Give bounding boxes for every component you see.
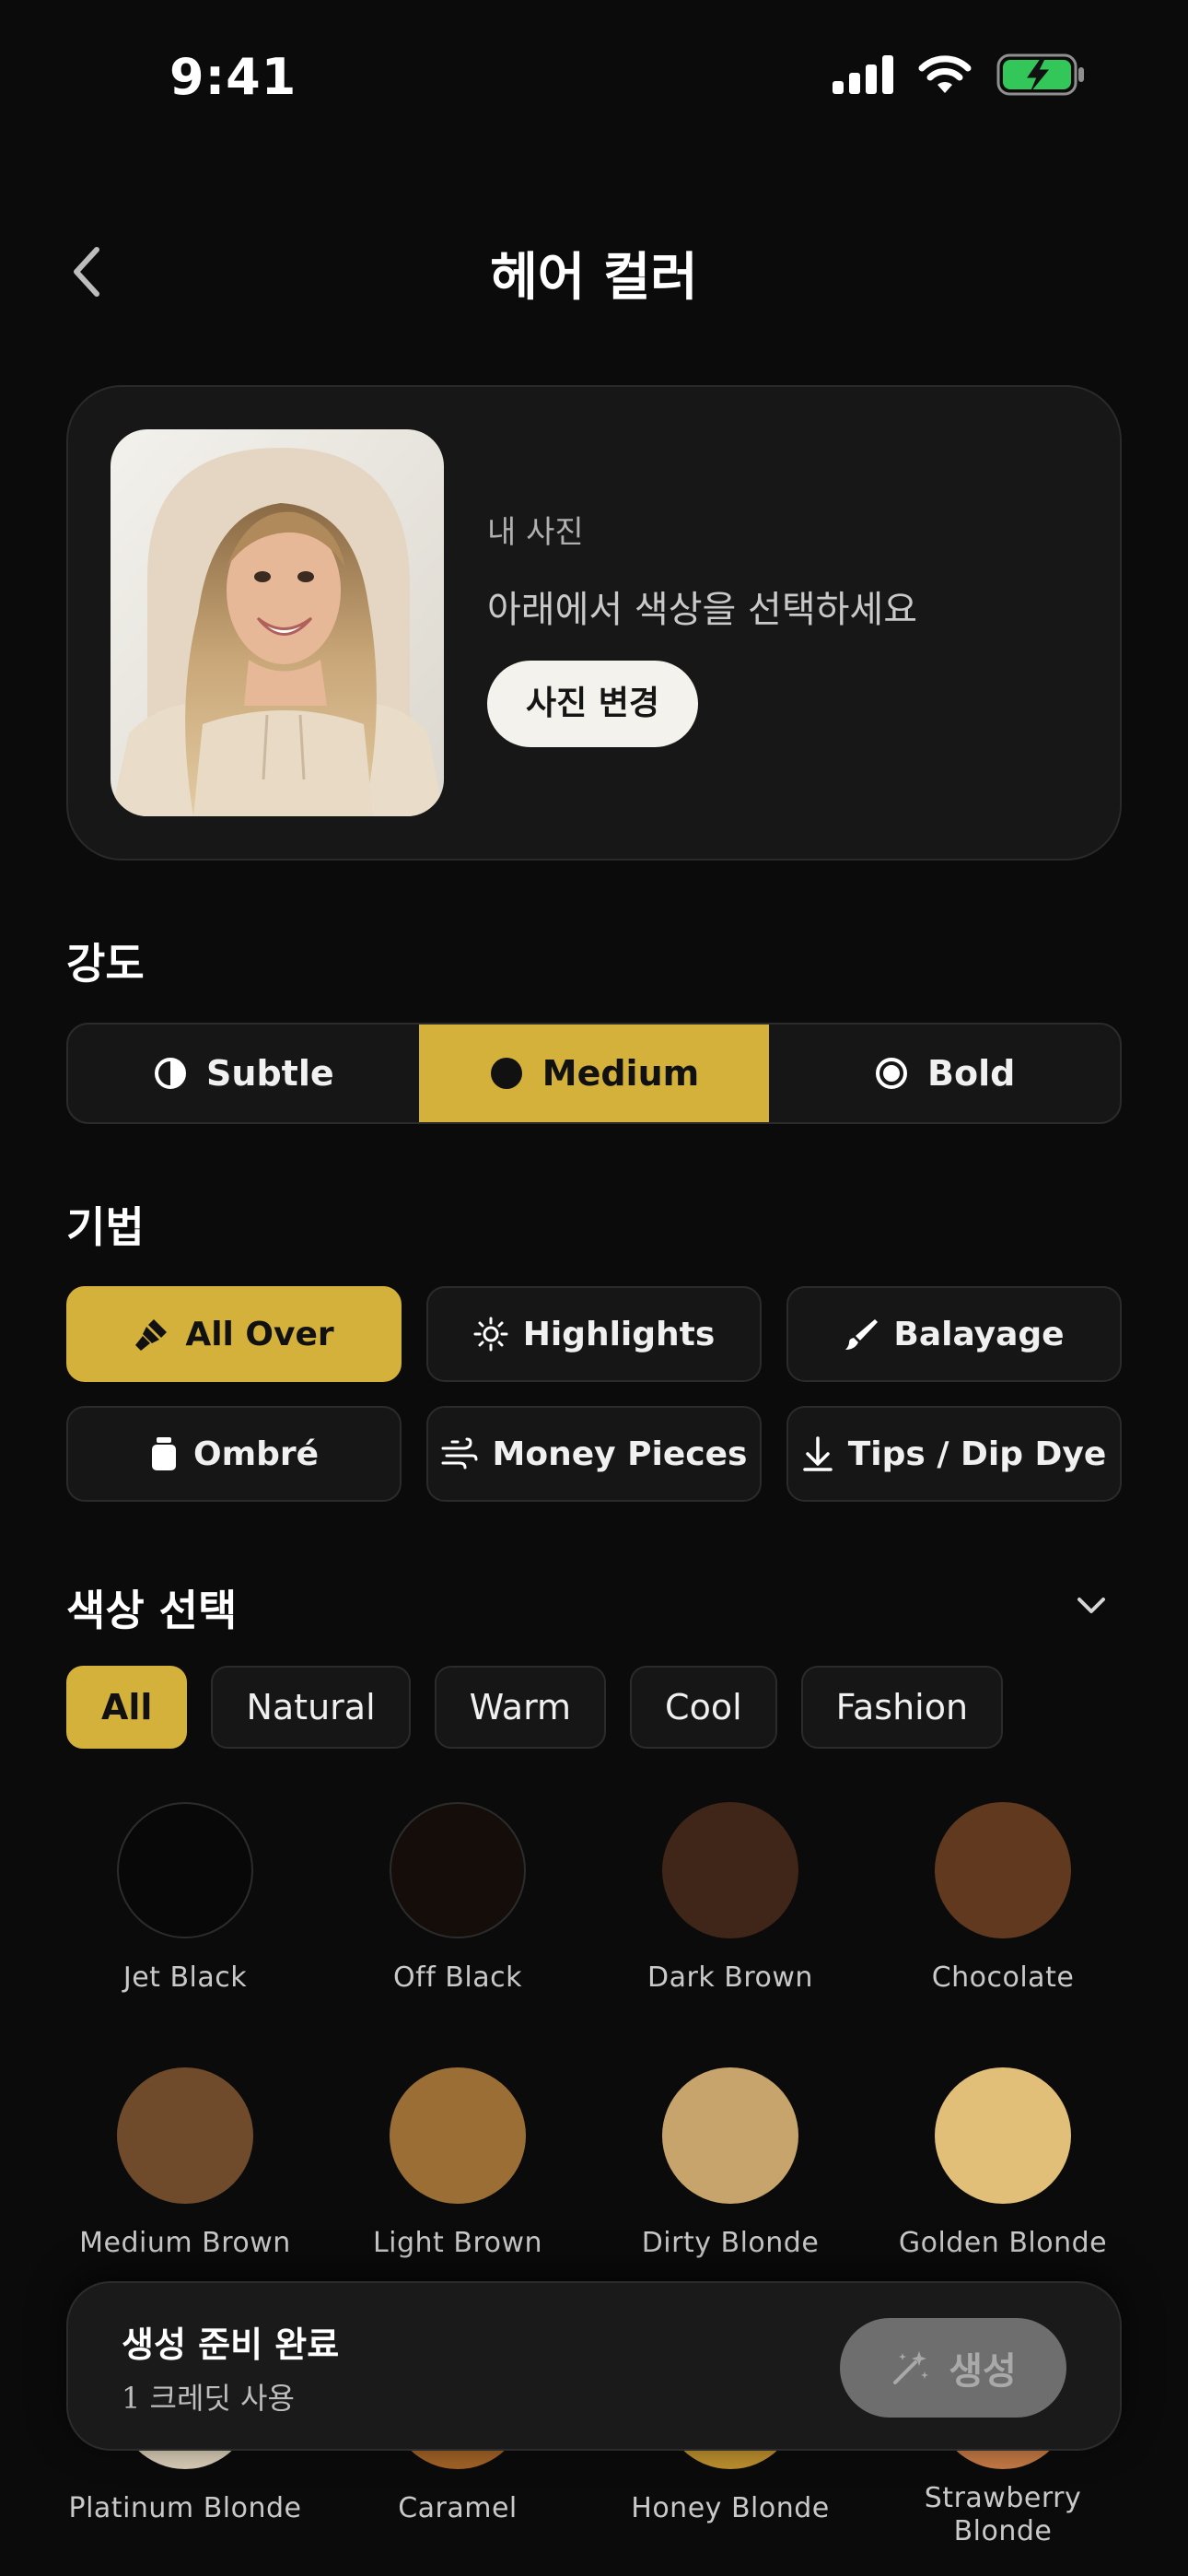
photo-hint: 아래에서 색상을 선택하세요 bbox=[487, 589, 918, 631]
status-time: 9:41 bbox=[169, 48, 297, 106]
intensity-bold-label: Bold bbox=[927, 1053, 1016, 1094]
credit-usage: 1 크레딧 사용 bbox=[122, 2381, 295, 2416]
color-filters: All Natural Warm Cool Fashion bbox=[66, 1666, 1004, 1749]
generate-label: 생성 bbox=[949, 2350, 1017, 2393]
filled-circle-icon bbox=[490, 1058, 522, 1089]
technique-tips-dip-dye[interactable]: Tips / Dip Dye bbox=[786, 1406, 1122, 1502]
sun-icon bbox=[473, 1317, 508, 1352]
swatch-medium-brown[interactable]: Medium Brown bbox=[49, 2067, 321, 2261]
filter-warm[interactable]: Warm bbox=[434, 1666, 607, 1749]
ready-title: 생성 준비 완료 bbox=[122, 2324, 340, 2365]
filter-natural[interactable]: Natural bbox=[211, 1666, 411, 1749]
wifi-icon bbox=[918, 55, 972, 93]
arrow-down-icon bbox=[802, 1436, 833, 1471]
bottle-icon bbox=[151, 1437, 176, 1470]
swatch-jet-black[interactable]: Jet Black bbox=[49, 1802, 321, 1996]
swatch-label: Golden Blonde bbox=[898, 2227, 1108, 2259]
swatch-dark-brown[interactable]: Dark Brown bbox=[594, 1802, 867, 1996]
swatch-circle bbox=[662, 2067, 798, 2204]
swatch-circle bbox=[935, 1802, 1071, 1938]
technique-all-over-label: All Over bbox=[185, 1315, 334, 1353]
swatch-circle bbox=[117, 1802, 253, 1938]
filter-all[interactable]: All bbox=[66, 1666, 188, 1749]
half-circle-icon bbox=[155, 1058, 187, 1089]
technique-all-over[interactable]: All Over bbox=[66, 1286, 402, 1382]
technique-highlights-label: Highlights bbox=[522, 1315, 716, 1353]
intensity-medium-label: Medium bbox=[542, 1053, 700, 1094]
technique-tips-dip-dye-label: Tips / Dip Dye bbox=[847, 1434, 1107, 1473]
intensity-selector: Subtle Medium Bold bbox=[66, 1023, 1122, 1124]
intensity-subtle-label: Subtle bbox=[206, 1053, 334, 1094]
photo-label: 내 사진 bbox=[487, 514, 584, 551]
swatch-off-black[interactable]: Off Black bbox=[321, 1802, 594, 1996]
technique-ombre[interactable]: Ombré bbox=[66, 1406, 402, 1502]
swatch-label: Strawberry Blonde bbox=[924, 2482, 1082, 2547]
brush-stroke-icon bbox=[845, 1319, 879, 1350]
technique-ombre-label: Ombré bbox=[192, 1434, 320, 1473]
intensity-medium[interactable]: Medium bbox=[418, 1025, 770, 1122]
portrait-image bbox=[111, 429, 444, 816]
wind-icon bbox=[441, 1437, 478, 1469]
swatch-label: Caramel bbox=[398, 2492, 518, 2524]
swatch-golden-blonde[interactable]: Golden Blonde bbox=[867, 2067, 1139, 2261]
technique-balayage[interactable]: Balayage bbox=[786, 1286, 1122, 1382]
status-icons bbox=[833, 53, 1085, 96]
generate-bar: 생성 준비 완료 1 크레딧 사용 생성 bbox=[66, 2281, 1122, 2451]
collapse-toggle[interactable] bbox=[1068, 1587, 1114, 1623]
header: 헤어 컬러 bbox=[0, 212, 1188, 332]
intensity-subtle[interactable]: Subtle bbox=[68, 1025, 419, 1122]
change-photo-button[interactable]: 사진 변경 bbox=[487, 661, 699, 747]
swatch-label: Dirty Blonde bbox=[641, 2227, 820, 2259]
technique-grid: All Over Highlights Balayage Ombré Money… bbox=[66, 1286, 1122, 1502]
swatch-label: Chocolate bbox=[931, 1961, 1075, 1994]
paint-brush-icon bbox=[135, 1319, 168, 1351]
swatch-label: Off Black bbox=[393, 1961, 522, 1994]
filter-fashion[interactable]: Fashion bbox=[800, 1666, 1004, 1749]
swatch-circle bbox=[662, 1802, 798, 1938]
color-select-title: 색상 선택 bbox=[66, 1586, 238, 1635]
generate-button[interactable]: 생성 bbox=[840, 2318, 1066, 2418]
cellular-signal-icon bbox=[833, 55, 893, 94]
technique-money-pieces[interactable]: Money Pieces bbox=[426, 1406, 762, 1502]
swatch-light-brown[interactable]: Light Brown bbox=[321, 2067, 594, 2261]
swatch-circle bbox=[390, 1802, 526, 1938]
photo-card: 내 사진 아래에서 색상을 선택하세요 사진 변경 bbox=[66, 385, 1122, 861]
swatch-label: Jet Black bbox=[122, 1961, 248, 1994]
swatch-circle bbox=[390, 2067, 526, 2204]
swatch-label: Dark Brown bbox=[647, 1961, 813, 1994]
status-bar: 9:41 bbox=[0, 0, 1188, 157]
battery-charging-icon bbox=[996, 53, 1084, 96]
swatch-label: Medium Brown bbox=[79, 2227, 291, 2259]
intensity-bold[interactable]: Bold bbox=[769, 1025, 1120, 1122]
filter-cool[interactable]: Cool bbox=[630, 1666, 777, 1749]
magic-wand-icon bbox=[893, 2351, 929, 2384]
technique-highlights[interactable]: Highlights bbox=[426, 1286, 762, 1382]
swatch-label: Platinum Blonde bbox=[68, 2492, 302, 2524]
swatch-dirty-blonde[interactable]: Dirty Blonde bbox=[594, 2067, 867, 2261]
target-circle-icon bbox=[876, 1058, 908, 1089]
swatch-label: Light Brown bbox=[372, 2227, 543, 2259]
swatch-label: Honey Blonde bbox=[631, 2492, 830, 2524]
technique-title: 기법 bbox=[66, 1202, 145, 1252]
user-photo[interactable] bbox=[111, 429, 444, 816]
technique-money-pieces-label: Money Pieces bbox=[492, 1434, 748, 1473]
intensity-title: 강도 bbox=[66, 939, 145, 989]
swatch-chocolate[interactable]: Chocolate bbox=[867, 1802, 1139, 1996]
swatch-circle bbox=[117, 2067, 253, 2204]
technique-balayage-label: Balayage bbox=[893, 1315, 1065, 1353]
swatch-circle bbox=[935, 2067, 1071, 2204]
page-title: 헤어 컬러 bbox=[490, 248, 698, 308]
chevron-down-icon bbox=[1077, 1598, 1105, 1613]
photo-info: 내 사진 아래에서 색상을 선택하세요 사진 변경 bbox=[487, 507, 917, 747]
